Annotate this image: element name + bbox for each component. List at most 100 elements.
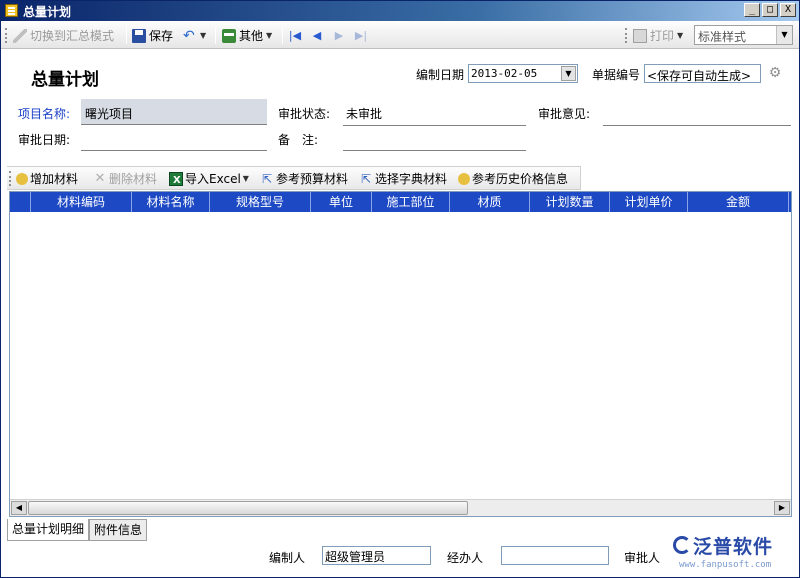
project-label: 项目名称: [18, 107, 71, 121]
creator-value: 超级管理员 [325, 550, 386, 564]
page-title: 总量计划 [31, 70, 99, 90]
excel-icon [169, 172, 183, 190]
tab-attachments[interactable]: 附件信息 [89, 519, 148, 541]
main-toolbar: 切换到汇总模式 保存 ↶ ▼ 其他 ▼ |◀ ◀ ▶ ▶| 打印 ▼ 标准样式 [1, 22, 799, 49]
col-amount[interactable]: 金额 [688, 192, 789, 212]
chevron-down-icon[interactable]: ▼ [561, 66, 576, 81]
brand-url: www.fanpusoft.com [679, 560, 772, 570]
gear-icon[interactable]: ⚙ [767, 65, 783, 81]
toolbar-separator [126, 27, 127, 44]
print-style-select[interactable]: 标准样式 ▼ [694, 25, 793, 45]
opinion-field[interactable] [603, 125, 791, 126]
handler-label: 经办人 [447, 551, 484, 565]
select-dict-button[interactable]: ⇱ 选择字典材料 [359, 170, 447, 188]
nav-first-button[interactable]: |◀ [287, 26, 303, 46]
status-label: 审批状态: [278, 107, 331, 121]
bottom-tabs: 总量计划明细 附件信息 [7, 519, 148, 541]
toolbar-grip[interactable] [9, 171, 12, 186]
next-record-icon: ▶ [334, 29, 344, 42]
nav-next-button[interactable]: ▶ [331, 26, 347, 46]
toolbar-grip[interactable] [625, 28, 628, 43]
remark-field[interactable] [343, 150, 526, 151]
delete-material-label: 删除材料 [109, 172, 158, 186]
ref-history-button[interactable]: 参考历史价格信息 [458, 170, 568, 188]
horizontal-scrollbar[interactable]: ◀ ▶ [10, 499, 791, 516]
nav-prev-button[interactable]: ◀ [309, 26, 325, 46]
other-icon [222, 29, 236, 43]
status-value: 未审批 [346, 107, 383, 121]
printer-icon [633, 29, 647, 43]
toolbar-separator [282, 27, 283, 44]
scroll-thumb[interactable] [28, 501, 468, 515]
save-label: 保存 [149, 29, 174, 43]
code-value: <保存可自动生成> [647, 69, 752, 83]
project-field[interactable]: 曙光项目 [81, 99, 267, 125]
chevron-down-icon: ▼ [200, 31, 207, 40]
switch-summary-mode-button[interactable]: 切换到汇总模式 [13, 26, 114, 46]
add-material-button[interactable]: 增加材料 [16, 170, 78, 188]
last-record-icon: ▶| [354, 29, 368, 42]
chevron-down-icon: ▼ [266, 31, 273, 40]
toolbar-grip[interactable] [5, 28, 8, 43]
window-title: 总量计划 [23, 5, 72, 19]
status-field-line [343, 125, 526, 126]
import-excel-button[interactable]: 导入Excel ▼ [169, 170, 249, 190]
code-field[interactable]: <保存可自动生成> [644, 64, 761, 83]
main-window: 总量计划 _ □ X 切换到汇总模式 保存 ↶ ▼ 其他 ▼ |◀ ◀ ▶ ▶|… [0, 0, 800, 578]
approve-date-label: 审批日期: [18, 133, 71, 147]
cursor-select-icon: ⇱ [261, 172, 273, 186]
app-icon [5, 4, 18, 17]
col-material-quality[interactable]: 材质 [450, 192, 530, 212]
other-menu-button[interactable]: 其他 ▼ [222, 26, 272, 46]
creator-field[interactable]: 超级管理员 [322, 546, 431, 565]
handler-field[interactable] [501, 546, 609, 565]
cursor-select-icon: ⇱ [360, 172, 372, 186]
title-bar: 总量计划 _ □ X [1, 1, 799, 21]
col-plan-quantity[interactable]: 计划数量 [530, 192, 610, 212]
material-grid[interactable]: 材料编码 材料名称 规格型号 单位 施工部位 材质 计划数量 计划单价 金额 ◀… [9, 191, 792, 517]
col-unit[interactable]: 单位 [311, 192, 372, 212]
minimize-button[interactable]: _ [744, 3, 760, 17]
delete-icon: ✕ [94, 171, 106, 186]
undo-button[interactable]: ↶ ▼ [183, 26, 206, 46]
creator-label: 编制人 [269, 551, 306, 565]
scroll-right-icon[interactable]: ▶ [774, 501, 790, 515]
project-value: 曙光项目 [85, 107, 134, 121]
add-icon [16, 173, 28, 185]
ref-budget-button[interactable]: ⇱ 参考预算材料 [260, 170, 348, 188]
maximize-button[interactable]: □ [762, 3, 778, 17]
ref-history-label: 参考历史价格信息 [472, 172, 569, 186]
tab-plan-detail[interactable]: 总量计划明细 [7, 519, 90, 541]
nav-last-button[interactable]: ▶| [353, 26, 369, 46]
toolbar-separator [215, 27, 216, 44]
col-material-name[interactable]: 材料名称 [132, 192, 210, 212]
window-controls: _ □ X [744, 3, 796, 17]
col-construction-part[interactable]: 施工部位 [372, 192, 450, 212]
grid-header: 材料编码 材料名称 规格型号 单位 施工部位 材质 计划数量 计划单价 金额 [10, 192, 791, 212]
chevron-down-icon: ▼ [242, 174, 249, 183]
material-toolbar: 增加材料 ✕ 删除材料 导入Excel ▼ ⇱ 参考预算材料 ⇱ 选择字典材料 … [7, 166, 581, 190]
other-label: 其他 [239, 29, 264, 43]
ref-budget-label: 参考预算材料 [276, 172, 349, 186]
close-button[interactable]: X [780, 3, 796, 17]
chevron-down-icon[interactable]: ▼ [776, 26, 792, 44]
print-label: 打印 [650, 29, 675, 43]
print-button[interactable]: 打印 ▼ [633, 26, 683, 46]
save-button[interactable]: 保存 [132, 26, 173, 46]
scroll-left-icon[interactable]: ◀ [11, 501, 27, 515]
col-spec[interactable]: 规格型号 [210, 192, 311, 212]
undo-icon: ↶ [183, 28, 195, 44]
date-picker[interactable]: 2013-02-05 ▼ [468, 64, 578, 83]
switch-summary-mode-label: 切换到汇总模式 [30, 29, 115, 43]
chevron-down-icon: ▼ [677, 31, 684, 40]
col-plan-price[interactable]: 计划单价 [610, 192, 688, 212]
code-label: 单据编号 [592, 68, 641, 82]
col-material-code[interactable]: 材料编码 [31, 192, 132, 212]
date-label: 编制日期 [416, 68, 465, 82]
prev-record-icon: ◀ [312, 29, 322, 42]
print-style-value: 标准样式 [698, 30, 747, 44]
approve-date-field[interactable] [81, 150, 267, 151]
brand-watermark: 泛普软件 www.fanpusoft.com [671, 532, 797, 578]
import-excel-label: 导入Excel [185, 172, 241, 186]
delete-material-button[interactable]: ✕ 删除材料 [93, 170, 157, 188]
